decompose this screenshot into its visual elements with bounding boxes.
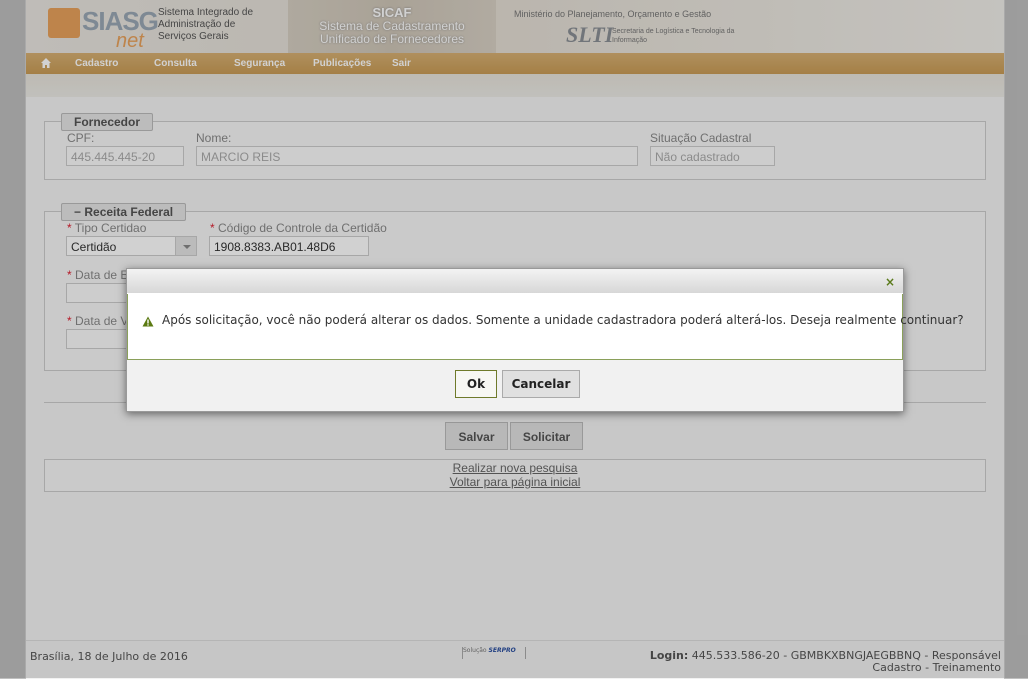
cancel-button[interactable]: Cancelar xyxy=(502,370,580,398)
dialog-content: Após solicitação, você não poderá altera… xyxy=(127,294,964,360)
close-icon[interactable]: × xyxy=(885,275,895,289)
dialog-footer: Ok Cancelar xyxy=(127,360,903,411)
dialog-message: Após solicitação, você não poderá altera… xyxy=(162,313,964,327)
dialog-titlebar: × xyxy=(127,269,903,293)
ok-button[interactable]: Ok xyxy=(455,370,497,398)
confirm-dialog: × Após solicitação, você não poderá alte… xyxy=(126,268,964,412)
warning-icon xyxy=(142,316,154,327)
